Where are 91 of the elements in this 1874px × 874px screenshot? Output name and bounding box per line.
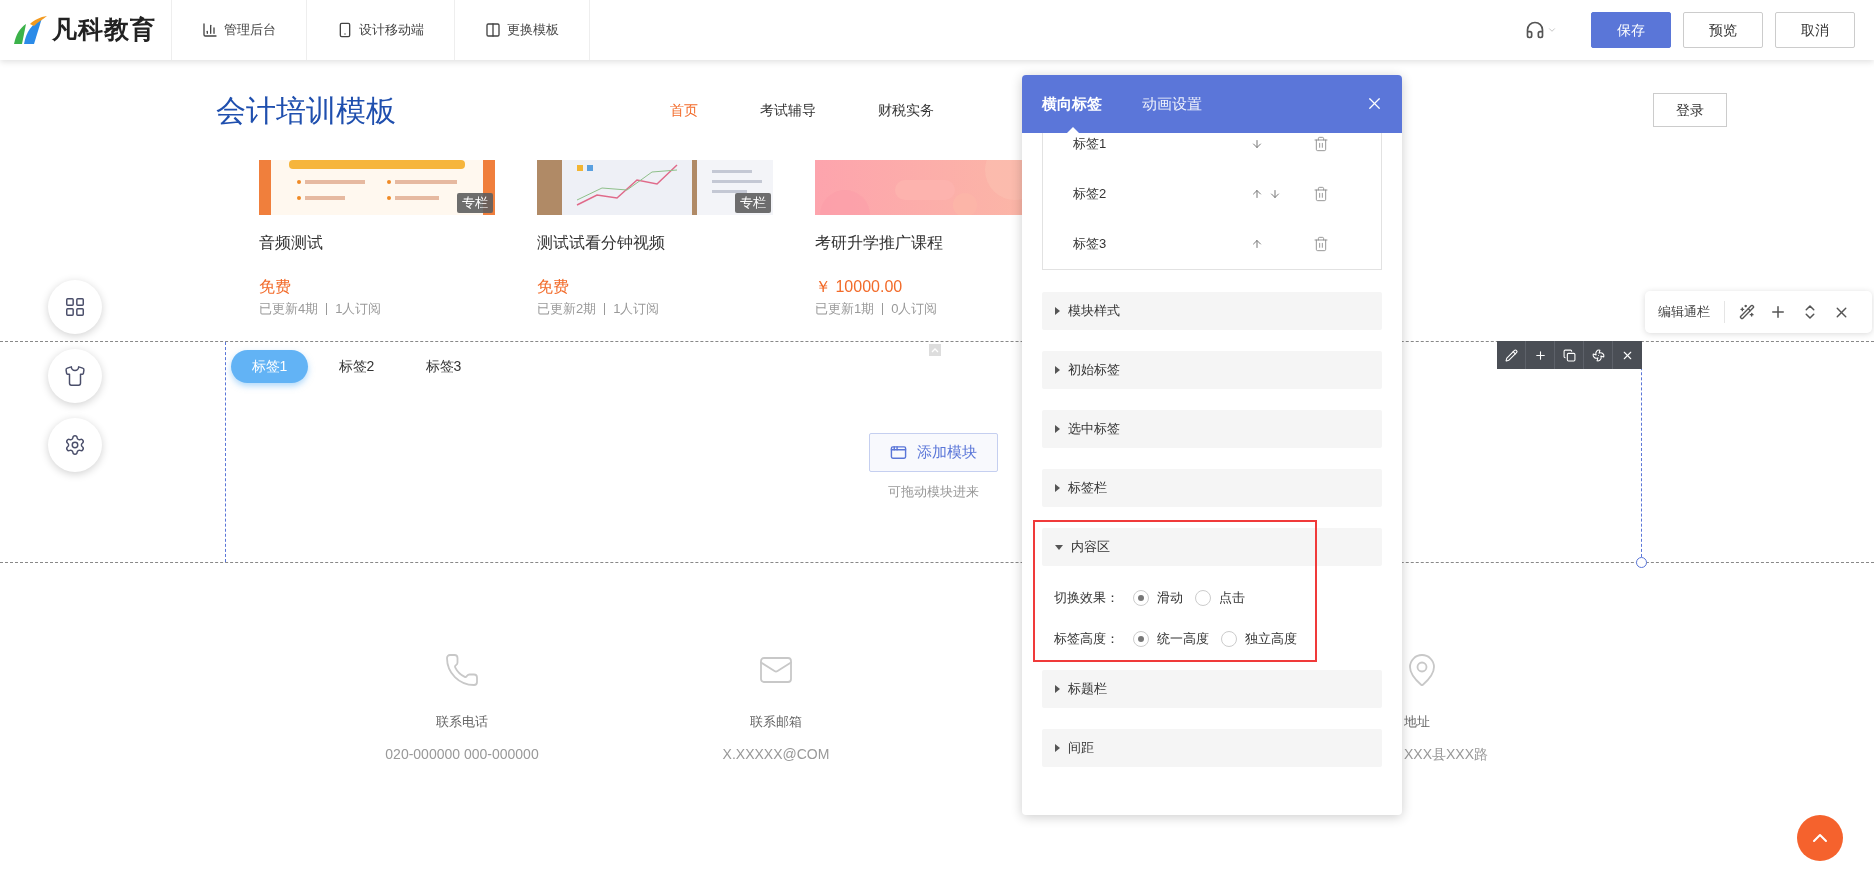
- caret-down-icon: [1055, 544, 1063, 550]
- wand-icon[interactable]: [1739, 304, 1755, 320]
- chart-icon: [202, 22, 218, 38]
- course-updates: 已更新1期: [815, 301, 875, 317]
- radio-option[interactable]: 独立高度: [1221, 629, 1297, 649]
- delete-icon[interactable]: [1313, 136, 1329, 152]
- plus-icon: [1533, 348, 1547, 362]
- back-to-top-button[interactable]: [1797, 815, 1843, 861]
- caret-right-icon: [1055, 685, 1060, 693]
- move-down-icon[interactable]: [1269, 188, 1281, 200]
- modules-button[interactable]: [48, 280, 102, 334]
- move-up-icon[interactable]: [1251, 188, 1263, 200]
- course-updates: 已更新2期: [537, 301, 597, 317]
- tab[interactable]: 标签3: [405, 350, 482, 383]
- field-label: 标签高度：: [1054, 630, 1120, 649]
- settings-icon: [64, 434, 86, 456]
- course-price: 免费: [537, 277, 570, 297]
- grid-icon: [64, 296, 86, 318]
- tab-list-label: 标签2: [1073, 185, 1108, 204]
- support-menu[interactable]: [1525, 20, 1557, 40]
- phone-icon: [337, 22, 353, 38]
- site-title: 会计培训模板: [216, 92, 397, 129]
- copy-icon: [1562, 348, 1576, 362]
- theme-button[interactable]: [48, 349, 102, 403]
- settings-button[interactable]: [48, 418, 102, 472]
- add-icon[interactable]: [1769, 303, 1787, 321]
- course-badge: 专栏: [457, 193, 493, 213]
- toolbar-button[interactable]: 取消: [1775, 12, 1855, 48]
- resize-handle[interactable]: [1636, 557, 1647, 568]
- caret-right-icon: [1055, 744, 1060, 752]
- save-button[interactable]: 保存: [1591, 12, 1671, 48]
- caret-right-icon: [1055, 484, 1060, 492]
- login-button[interactable]: 登录: [1653, 93, 1727, 127]
- nav-link[interactable]: 设计移动端: [307, 0, 455, 60]
- caret-right-icon: [1055, 307, 1060, 315]
- module-icon: [890, 444, 907, 461]
- course-title: 音频测试: [259, 233, 324, 253]
- move-down-icon[interactable]: [1251, 138, 1263, 150]
- fan-icon: [1591, 348, 1605, 362]
- site-nav-link[interactable]: 财税实务: [878, 99, 934, 121]
- contact-label: 联系电话: [436, 714, 488, 730]
- caret-right-icon: [1055, 366, 1060, 374]
- section-header[interactable]: 标题栏: [1042, 670, 1382, 708]
- logo-icon: [12, 14, 48, 46]
- contact-label: 联系邮箱: [750, 714, 802, 730]
- section-header[interactable]: 模块样式: [1042, 292, 1382, 330]
- section-header[interactable]: 选中标签: [1042, 410, 1382, 448]
- section-header[interactable]: 内容区: [1042, 528, 1382, 566]
- course-subscribers: 1人订阅: [613, 301, 660, 317]
- course-title: 考研升学推广课程: [815, 233, 944, 253]
- caret-right-icon: [1055, 425, 1060, 433]
- course-subscribers: 0人订阅: [891, 301, 938, 317]
- course-price: 免费: [259, 277, 292, 297]
- radio-option[interactable]: 点击: [1195, 588, 1245, 608]
- nav-link[interactable]: 管理后台: [172, 0, 307, 60]
- field-label: 切换效果：: [1054, 589, 1120, 608]
- columns-icon: [485, 22, 501, 38]
- delete-icon[interactable]: [1313, 236, 1329, 252]
- contact-label: 地址: [1404, 714, 1430, 730]
- course-badge: 专栏: [735, 193, 771, 213]
- drag-hint: 可拖动模块进来: [888, 483, 979, 501]
- nav-link[interactable]: 更换模板: [455, 0, 590, 60]
- radio-option[interactable]: 滑动: [1133, 588, 1183, 608]
- shirt-icon: [64, 365, 86, 387]
- panel-tab[interactable]: 动画设置: [1142, 75, 1202, 133]
- section-header[interactable]: 间距: [1042, 729, 1382, 767]
- pencil-icon: [1504, 348, 1518, 362]
- collapse-icon: [929, 344, 941, 356]
- course-subscribers: 1人订阅: [335, 301, 382, 317]
- course-updates: 已更新4期: [259, 301, 319, 317]
- contact-value: X.XXXXX@COM: [722, 745, 830, 763]
- toolbar-button[interactable]: 预览: [1683, 12, 1763, 48]
- site-nav-link[interactable]: 考试辅导: [760, 99, 816, 121]
- contact-value: 020-000000 000-000000: [385, 745, 539, 763]
- tab-list-label: 标签3: [1073, 235, 1108, 254]
- section-header[interactable]: 初始标签: [1042, 351, 1382, 389]
- phone-icon: [444, 652, 480, 688]
- radio-option[interactable]: 统一高度: [1133, 629, 1209, 649]
- contact-value: XXX县XXX路: [1404, 745, 1489, 763]
- section-header[interactable]: 标签栏: [1042, 469, 1382, 507]
- tab-list-label: 标签1: [1073, 135, 1108, 154]
- delete-icon[interactable]: [1313, 186, 1329, 202]
- add-module-button[interactable]: 添加模块: [869, 433, 998, 472]
- edit-bar-label: 编辑通栏: [1658, 303, 1710, 322]
- move-up-icon[interactable]: [1251, 238, 1263, 250]
- caret-icon: [1547, 25, 1557, 35]
- tab[interactable]: 标签2: [318, 350, 395, 383]
- course-price: ￥ 10000.00: [815, 277, 904, 297]
- course-title: 测试试看分钟视频: [537, 233, 666, 253]
- logo-text: 凡科教育: [52, 14, 156, 46]
- headset-icon: [1525, 20, 1545, 40]
